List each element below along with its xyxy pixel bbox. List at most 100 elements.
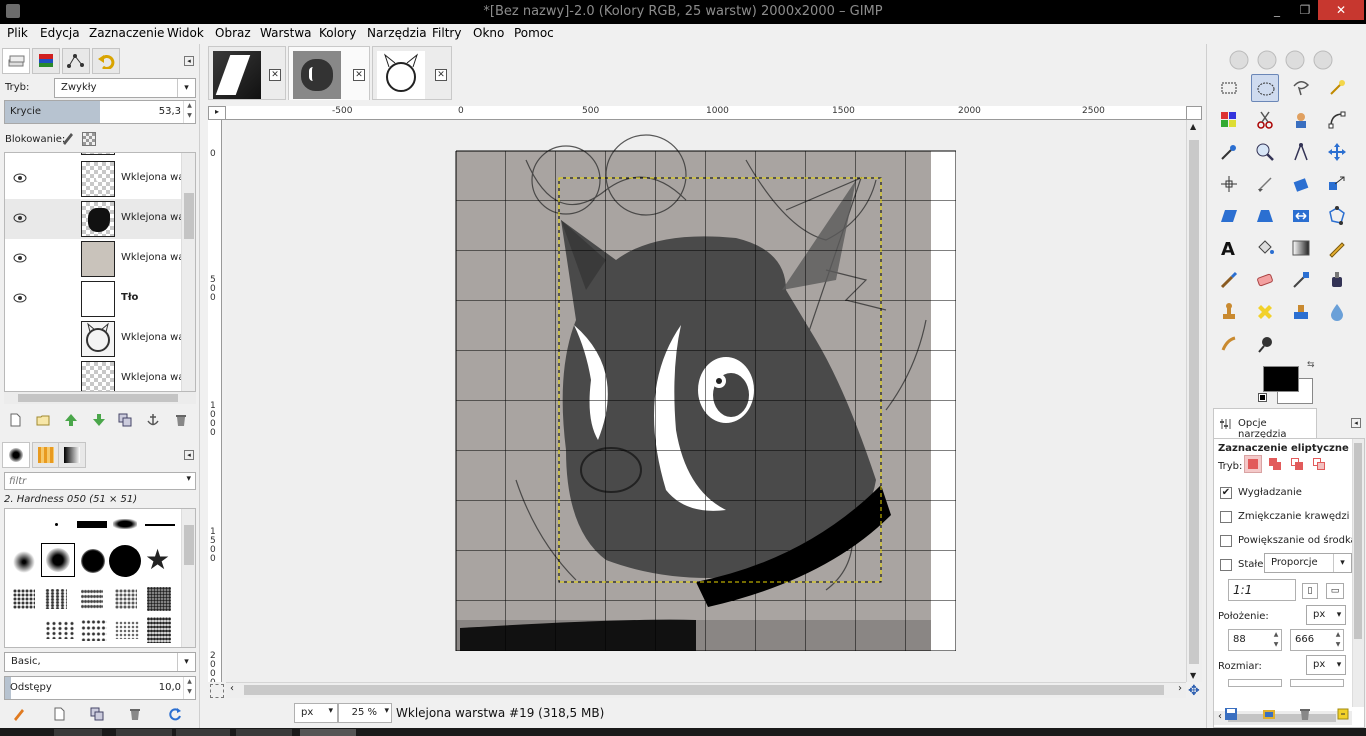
scrollbar-thumb[interactable] [184, 525, 194, 565]
menu-widok[interactable]: Widok [167, 26, 204, 40]
shear-tool[interactable] [1215, 202, 1243, 230]
layer-mode-select[interactable]: Zwykły ▾ [54, 78, 196, 98]
scroll-down-icon[interactable]: ▼ [1190, 671, 1196, 680]
scrollbar-thumb[interactable] [184, 193, 194, 239]
tab-layers[interactable] [2, 48, 30, 74]
brush-item[interactable] [13, 551, 35, 573]
scrollbar-thumb[interactable] [18, 394, 178, 402]
perspective-tool[interactable] [1251, 202, 1279, 230]
brush-item[interactable] [113, 519, 137, 529]
brush-item[interactable] [115, 589, 137, 609]
spin-arrows-icon[interactable]: ▲ ▼ [183, 677, 195, 699]
brush-item[interactable] [147, 587, 171, 611]
paintbrush-tool[interactable] [1215, 266, 1243, 294]
reset-options-icon[interactable] [1336, 707, 1350, 721]
brush-item[interactable] [109, 545, 141, 577]
brush-item[interactable] [45, 621, 75, 639]
cage-transform-tool[interactable] [1323, 202, 1351, 230]
airbrush-tool[interactable] [1287, 266, 1315, 294]
layer-row[interactable]: Tło [5, 279, 181, 319]
brush-filter-input[interactable]: ▾ [4, 472, 196, 490]
lock-alpha-icon[interactable] [82, 132, 96, 146]
taskbar-item-active[interactable] [300, 729, 356, 736]
brush-item[interactable] [145, 524, 175, 526]
navigate-cross-icon[interactable]: ✥ [1188, 684, 1200, 698]
menu-filtry[interactable]: Filtry [432, 26, 461, 40]
eraser-tool[interactable] [1251, 266, 1279, 294]
eye-icon[interactable] [13, 253, 27, 263]
measure-tool[interactable] [1287, 138, 1315, 166]
menu-edycja[interactable]: Edycja [40, 26, 80, 40]
mode-add-button[interactable] [1266, 455, 1284, 473]
chevron-down-icon[interactable]: ▾ [186, 474, 191, 484]
bucket-fill-tool[interactable] [1251, 234, 1279, 262]
menu-narzedzia[interactable]: Narzędzia [367, 26, 427, 40]
scrollbar-thumb[interactable] [244, 685, 1164, 695]
flip-tool[interactable] [1287, 202, 1315, 230]
zoom-select[interactable]: 25 % ▾ [338, 703, 392, 723]
position-x-field[interactable]: 88 ▲ ▼ [1228, 629, 1282, 651]
delete-layer-icon[interactable] [174, 413, 188, 427]
image-tab[interactable]: ✕ [208, 46, 286, 100]
edit-brush-icon[interactable] [12, 707, 26, 721]
dock-menu-icon[interactable]: ◂ [184, 56, 194, 66]
menu-kolory[interactable]: Kolory [319, 26, 356, 40]
text-tool[interactable]: A [1215, 234, 1243, 262]
image-canvas[interactable] [226, 120, 1186, 682]
canvas-vertical-scrollbar[interactable]: ▲ ▼ [1186, 120, 1202, 682]
menu-zaznaczenie[interactable]: Zaznaczenie [89, 26, 164, 40]
brush-item[interactable] [13, 589, 35, 609]
scissors-select-tool[interactable] [1251, 106, 1279, 134]
rect-select-tool[interactable] [1215, 74, 1243, 102]
tab-gradients[interactable] [58, 442, 86, 468]
ink-tool[interactable] [1323, 266, 1351, 294]
color-picker-tool[interactable] [1215, 138, 1243, 166]
tab-brushes[interactable] [2, 442, 30, 468]
ellipse-select-tool[interactable] [1251, 74, 1279, 102]
swap-colors-icon[interactable]: ⇆ [1307, 360, 1315, 370]
dock-menu-icon[interactable]: ◂ [184, 450, 194, 460]
eye-icon[interactable] [13, 173, 27, 183]
zoom-toggle-icon[interactable] [1186, 106, 1202, 120]
delete-brush-icon[interactable] [128, 707, 142, 721]
menu-plik[interactable]: Plik [7, 26, 28, 40]
image-tab[interactable]: ✕ [372, 46, 452, 100]
free-select-tool[interactable] [1287, 74, 1315, 102]
scale-tool[interactable] [1323, 170, 1351, 198]
eye-icon[interactable] [13, 213, 27, 223]
scroll-left-icon[interactable]: ‹ [1218, 711, 1222, 722]
layers-scrollbar[interactable] [181, 153, 195, 391]
pencil-tool[interactable] [1323, 234, 1351, 262]
new-brush-icon[interactable] [52, 707, 66, 721]
brush-item[interactable] [81, 619, 107, 641]
menu-pomoc[interactable]: Pomoc [514, 26, 554, 40]
menu-warstwa[interactable]: Warstwa [260, 26, 312, 40]
mode-replace-button[interactable] [1244, 455, 1262, 473]
scrollbar-thumb[interactable] [1354, 443, 1362, 639]
landscape-icon[interactable]: ▭ [1326, 583, 1344, 599]
scroll-left-icon[interactable]: ‹ [230, 683, 234, 694]
quick-mask-toggle[interactable]: ▸ [208, 106, 226, 120]
taskbar-item[interactable] [176, 729, 230, 736]
menu-obraz[interactable]: Obraz [215, 26, 251, 40]
tab-undo-history[interactable] [92, 48, 120, 74]
brush-item[interactable] [81, 549, 105, 573]
brushes-scrollbar[interactable] [181, 509, 195, 647]
brush-item[interactable] [55, 523, 58, 526]
duplicate-layer-icon[interactable] [118, 413, 132, 427]
layer-row[interactable]: Wklejona warstwa [5, 159, 181, 199]
opacity-slider[interactable]: Krycie 53,3 ▲ ▼ [4, 100, 196, 124]
layer-row[interactable]: Wklejona warstwa [5, 239, 181, 279]
tab-tool-options[interactable]: Opcje narzędzia [1213, 408, 1317, 440]
tab-channels[interactable] [32, 48, 60, 74]
size-width-field[interactable] [1228, 679, 1282, 687]
expand-from-center-checkbox[interactable] [1220, 535, 1232, 547]
new-layer-icon[interactable] [8, 413, 22, 427]
spin-arrows-icon[interactable]: ▲ ▼ [1333, 630, 1343, 650]
canvas-area[interactable] [226, 120, 1186, 682]
duplicate-brush-icon[interactable] [90, 707, 104, 721]
image-tab-active[interactable]: ✕ [288, 46, 370, 100]
portrait-icon[interactable]: ▯ [1302, 583, 1318, 599]
position-y-field[interactable]: 666 ▲ ▼ [1290, 629, 1344, 651]
feather-checkbox[interactable] [1220, 511, 1232, 523]
